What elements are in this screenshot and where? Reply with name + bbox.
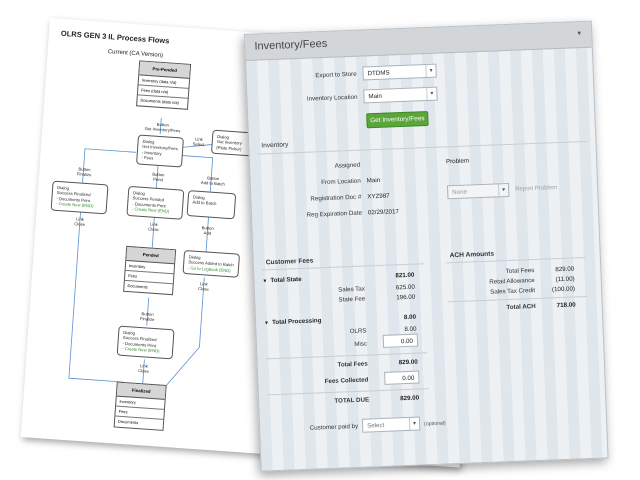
collapse-icon[interactable]: ▼ — [576, 31, 582, 37]
ach-total-fees-value: 829.00 — [555, 265, 575, 274]
chevron-down-icon: ▼ — [497, 183, 509, 197]
retail-allowance-label: Retail Allowance — [489, 277, 535, 286]
chevron-down-icon: ▼ — [425, 64, 436, 78]
inventory-heading: Inventory — [261, 141, 289, 150]
sales-tax-value: 625.00 — [395, 283, 415, 292]
problem-select[interactable]: None ▼ — [446, 182, 510, 200]
optional-note: (optional) — [424, 420, 446, 428]
divider — [257, 140, 588, 155]
finalized-box: Finalized Inventory Fees Documents — [113, 381, 167, 431]
dialog-add-to-batch: Dialog Add to Batch — [186, 190, 237, 220]
dialog-success-pended: Dialog Success Pended - Documents Print … — [126, 185, 185, 220]
state-fee-value: 196.00 — [396, 293, 416, 302]
export-to-store-select[interactable]: DTDMS ▼ — [362, 63, 437, 81]
sales-tax-credit-label: Sales Tax Credit — [490, 287, 536, 296]
customer-fees-heading: Customer Fees — [265, 257, 314, 267]
reg-expiration-value: 02/29/2017 — [367, 208, 400, 217]
sales-tax-credit-value: (100.00) — [551, 285, 576, 294]
report-problem-link[interactable]: Report Problem — [515, 185, 557, 193]
label-close-4: Link Close — [138, 363, 150, 375]
total-processing-value: 8.00 — [403, 313, 417, 322]
fees-collected-label: Fees Collected — [324, 376, 369, 386]
panel-title: Inventory/Fees — [254, 37, 328, 53]
retail-allowance-value: (11.00) — [555, 275, 575, 284]
customer-paid-select[interactable]: Select ▼ — [361, 416, 421, 433]
state-fee-label: State Fee — [338, 295, 366, 304]
label-close-2: Link Close — [147, 221, 160, 233]
inventory-location-label: Inventory Location — [306, 93, 358, 103]
total-fees-value: 829.00 — [398, 358, 418, 367]
dialog-get-inventory: Dialog Get Inventory/Fees - Inventory - … — [136, 134, 184, 168]
caret-down-icon: ▼ — [262, 278, 268, 285]
ach-total-fees-label: Total Fees — [505, 267, 535, 276]
inventory-fees-panel: Inventory/Fees ▼ Export to Store DTDMS ▼… — [244, 20, 609, 472]
registration-doc-label: Registration Doc # — [310, 193, 362, 203]
inventory-location-select[interactable]: Main ▼ — [363, 86, 438, 104]
total-fees-label: Total Fees — [337, 360, 368, 369]
registration-doc-value: XYZ987 — [367, 192, 390, 201]
dialog-success-finalized: Dialog Success Finalized - Documents Pri… — [50, 180, 109, 215]
dialog-success-added: Dialog Success Added to Batch - Go to Lo… — [182, 249, 241, 279]
total-processing-toggle[interactable]: ▼ Total Processing — [264, 317, 322, 326]
total-due-label: TOTAL DUE — [334, 396, 370, 405]
get-inventory-fees-button[interactable]: Get Inventory/Fees — [366, 110, 429, 129]
pended-box: Pended Inventory Fees Documents — [123, 245, 177, 296]
export-to-store-label: Export to Store — [315, 70, 357, 80]
total-due-value: 829.00 — [400, 394, 420, 403]
chevron-down-icon: ▼ — [426, 87, 437, 101]
misc-label: Misc — [354, 340, 368, 348]
total-ach-label: Total ACH — [506, 303, 536, 312]
dialog-success-finalized-2: Dialog Success Finalized - Documents Pri… — [116, 325, 175, 360]
pre-pended-box: Pre-Pended Inventory (data n/a) Fees (da… — [136, 60, 192, 110]
caret-down-icon: ▼ — [264, 320, 270, 327]
total-state-toggle[interactable]: ▼ Total State — [262, 276, 301, 284]
ach-amounts-heading: ACH Amounts — [449, 250, 495, 260]
sales-tax-label: Sales Tax — [338, 285, 366, 294]
from-location-label: From Location — [321, 177, 361, 187]
total-ach-value: 718.00 — [556, 301, 576, 310]
label-close-1: Link Close — [74, 216, 86, 228]
reg-expiration-label: Reg Expiration Date — [306, 209, 363, 219]
problem-label: Problem — [445, 157, 470, 166]
total-state-value: 821.00 — [395, 271, 415, 280]
fees-collected-input[interactable]: 0.00 — [384, 370, 420, 385]
customer-paid-label: Customer paid by — [309, 422, 359, 432]
chevron-down-icon: ▼ — [408, 417, 420, 430]
olrs-value: 8.00 — [404, 325, 417, 334]
panel-header: Inventory/Fees ▼ — [245, 21, 592, 61]
label-close-3: Link Close — [197, 281, 209, 292]
misc-input[interactable]: 0.00 — [382, 333, 419, 348]
from-location-value: Main — [366, 176, 381, 185]
assigned-label: Assigned — [334, 161, 361, 170]
label-add: Button Add — [201, 225, 214, 237]
label-link-select: Link Select — [192, 136, 205, 148]
olrs-label: OLRS — [349, 327, 367, 336]
